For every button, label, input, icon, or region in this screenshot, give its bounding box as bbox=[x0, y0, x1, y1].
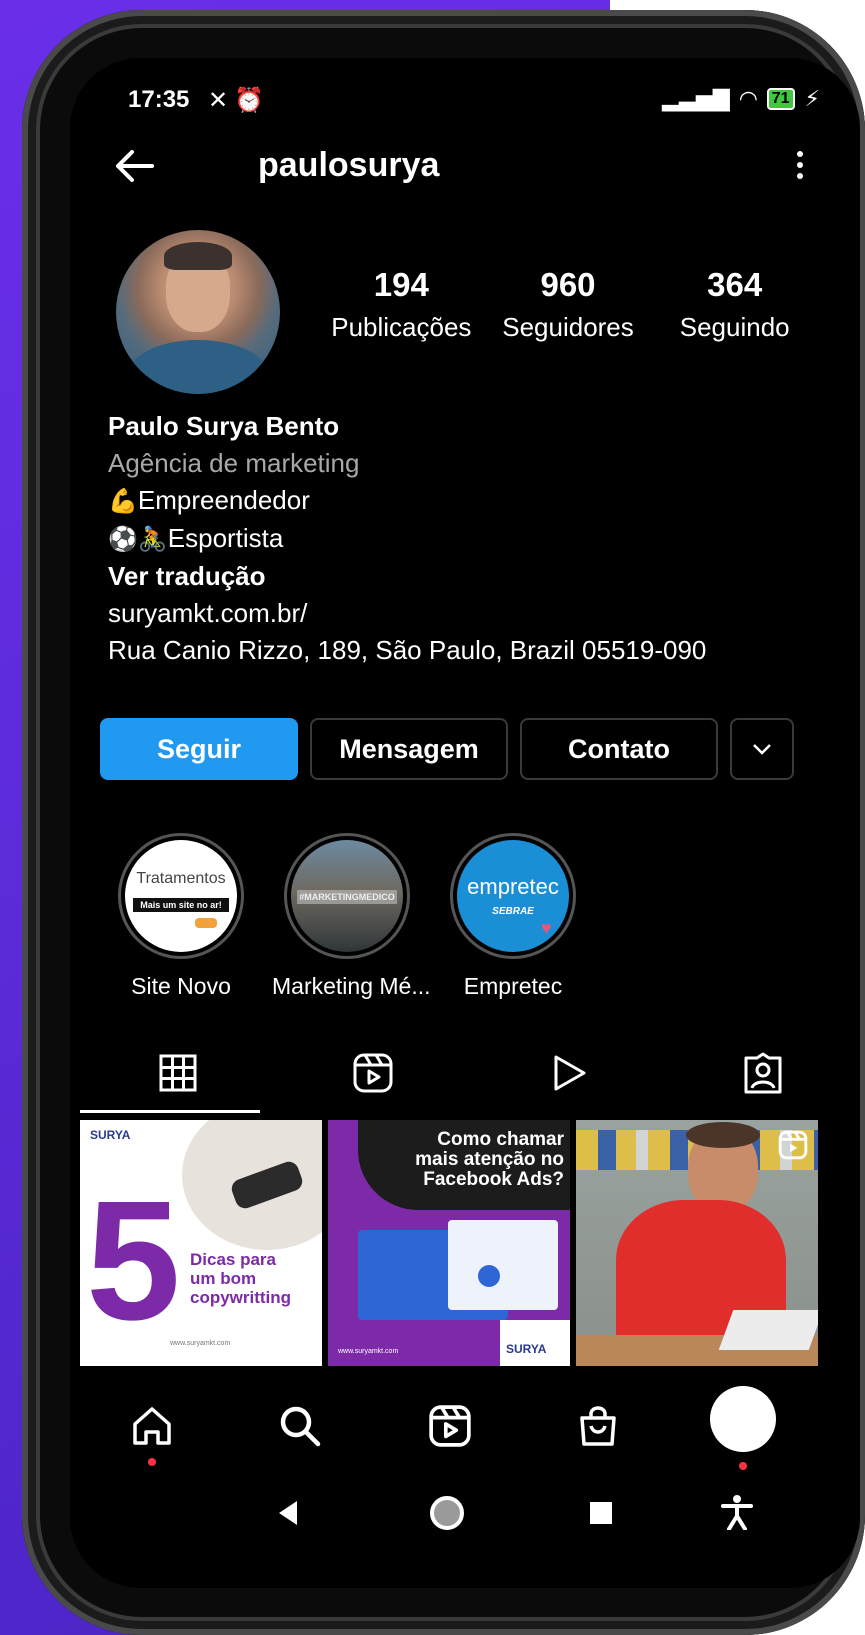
stat-posts[interactable]: 194 Publicações bbox=[318, 266, 485, 343]
shopping-bag-icon bbox=[580, 1406, 616, 1446]
status-time: 17:35 bbox=[128, 86, 190, 113]
wifi-icon: ◠ bbox=[739, 86, 757, 111]
highlight-marketing-medico[interactable]: #MARKETINGMEDICO Marketing Mé... bbox=[272, 833, 431, 1000]
following-label: Seguindo bbox=[679, 312, 790, 342]
status-icons: ▂▃▅▇ ◠ 71 ⚡ bbox=[662, 86, 820, 112]
highlight-cover-sub: SEBRAE bbox=[492, 906, 534, 917]
story-highlights: Tratamentos Mais um site no ar! Site Nov… bbox=[106, 833, 626, 1008]
signal-icon: ▂▃▅▇ bbox=[662, 86, 730, 111]
highlight-label: Site Novo bbox=[131, 973, 231, 999]
nav-shop[interactable] bbox=[568, 1396, 628, 1456]
post-heading-line: Facebook Ads? bbox=[423, 1169, 564, 1190]
avatar[interactable] bbox=[116, 230, 280, 394]
more-options-icon[interactable] bbox=[790, 146, 810, 186]
chevron-down-icon bbox=[753, 744, 771, 755]
highlight-cover-sub: Mais um site no ar! bbox=[133, 898, 229, 912]
phone-frame: 17:35 ✕⏰ ▂▃▅▇ ◠ 71 ⚡ paulosurya 194 Publ… bbox=[22, 10, 865, 1635]
bottom-nav bbox=[70, 1378, 860, 1470]
bio-text-1: Empreendedor bbox=[137, 485, 310, 515]
nav-search[interactable] bbox=[270, 1396, 330, 1456]
highlight-cover-title: empretec bbox=[467, 874, 559, 899]
posts-label: Publicações bbox=[331, 312, 472, 342]
system-home-icon[interactable] bbox=[428, 1494, 466, 1532]
nav-home[interactable] bbox=[122, 1396, 182, 1456]
post-text-line: copywritting bbox=[190, 1288, 292, 1307]
reels-icon bbox=[429, 1405, 471, 1447]
system-recents-icon[interactable] bbox=[588, 1500, 614, 1526]
profile-actions: Seguir Mensagem Contato bbox=[100, 718, 800, 784]
highlight-site-novo[interactable]: Tratamentos Mais um site no ar! Site Nov… bbox=[106, 833, 256, 1000]
post-thumbnail[interactable]: Como chamar mais atenção no Facebook Ads… bbox=[328, 1120, 570, 1366]
home-notification-dot bbox=[148, 1458, 156, 1466]
system-nav-bar bbox=[70, 1478, 860, 1558]
tab-reels[interactable] bbox=[275, 1038, 470, 1108]
brand-logo: SURYA bbox=[506, 1342, 547, 1356]
post-heading-line: Como chamar bbox=[437, 1129, 564, 1150]
post-footer: www.suryamkt.com bbox=[170, 1340, 231, 1347]
highlight-label: Empretec bbox=[463, 973, 563, 999]
heart-icon: ♥ bbox=[541, 918, 552, 938]
address[interactable]: Rua Canio Rizzo, 189, São Paulo, Brazil … bbox=[108, 632, 828, 669]
tab-grid[interactable] bbox=[80, 1038, 275, 1108]
grid-icon bbox=[159, 1054, 196, 1092]
nav-reels[interactable] bbox=[420, 1396, 480, 1456]
profile-header: paulosurya bbox=[110, 138, 820, 198]
highlight-cover-title: #MARKETINGMEDICO bbox=[297, 890, 397, 904]
battery-icon: 71 bbox=[766, 88, 795, 110]
post-big-number: 5 bbox=[86, 1166, 181, 1356]
see-translation-link[interactable]: Ver tradução bbox=[108, 558, 828, 595]
posts-count: 194 bbox=[373, 266, 429, 303]
tab-tagged[interactable] bbox=[665, 1038, 860, 1108]
nav-profile-avatar[interactable] bbox=[710, 1386, 776, 1452]
tagged-person-icon bbox=[744, 1052, 781, 1094]
play-icon bbox=[554, 1055, 585, 1091]
followers-count: 960 bbox=[540, 266, 596, 303]
follow-button[interactable]: Seguir bbox=[100, 718, 298, 780]
active-tab-indicator bbox=[80, 1110, 260, 1113]
bio-text-2: Esportista bbox=[167, 523, 284, 553]
posts-grid: SURYA 5 Dicas para um bom copywritting w… bbox=[80, 1120, 860, 1368]
full-name: Paulo Surya Bento bbox=[108, 411, 340, 441]
post-thumbnail[interactable] bbox=[576, 1120, 818, 1366]
suggested-accounts-button[interactable] bbox=[730, 718, 794, 780]
category: Agência de marketing bbox=[108, 448, 360, 478]
profile-stats: 194 Publicações 960 Seguidores 364 Segui… bbox=[318, 266, 818, 343]
flexed-biceps-icon: 💪 bbox=[108, 488, 138, 515]
mute-alarm-icons: ✕⏰ bbox=[208, 87, 270, 114]
reels-icon bbox=[353, 1053, 392, 1093]
search-icon bbox=[280, 1406, 321, 1447]
stat-followers[interactable]: 960 Seguidores bbox=[485, 266, 652, 343]
username: paulosurya bbox=[258, 146, 440, 184]
message-button[interactable]: Mensagem bbox=[310, 718, 508, 780]
system-back-icon[interactable] bbox=[275, 1498, 301, 1528]
stat-following[interactable]: 364 Seguindo bbox=[651, 266, 818, 343]
soccer-cyclist-icon: ⚽🚴 bbox=[108, 526, 168, 553]
followers-label: Seguidores bbox=[502, 312, 634, 342]
highlight-cover-title: Tratamentos bbox=[136, 870, 226, 887]
post-heading-line: mais atenção no bbox=[415, 1149, 564, 1170]
back-arrow-icon[interactable] bbox=[110, 142, 158, 190]
bio-line-2: ⚽🚴Esportista bbox=[108, 520, 828, 558]
website-link[interactable]: suryamkt.com.br/ bbox=[108, 595, 828, 632]
tab-videos[interactable] bbox=[470, 1038, 665, 1108]
post-footer: www.suryamkt.com bbox=[338, 1348, 399, 1355]
highlight-empretec[interactable]: empretec SEBRAE ♥ Empretec bbox=[438, 833, 588, 1000]
following-count: 364 bbox=[707, 266, 763, 303]
reels-icon bbox=[778, 1130, 808, 1160]
charging-icon: ⚡ bbox=[804, 86, 820, 111]
status-bar: 17:35 ✕⏰ ▂▃▅▇ ◠ 71 ⚡ bbox=[128, 80, 820, 120]
contact-button[interactable]: Contato bbox=[520, 718, 718, 780]
profile-notification-dot bbox=[739, 1462, 747, 1470]
bio-line-1: 💪Empreendedor bbox=[108, 482, 828, 520]
post-text-line: um bom bbox=[190, 1269, 257, 1288]
post-thumbnail[interactable]: SURYA 5 Dicas para um bom copywritting w… bbox=[80, 1120, 322, 1366]
home-icon bbox=[133, 1407, 171, 1445]
post-text-line: Dicas para bbox=[190, 1250, 276, 1269]
brand-logo: SURYA bbox=[90, 1128, 131, 1142]
profile-bio: Paulo Surya Bento Agência de marketing 💪… bbox=[108, 408, 828, 669]
highlight-label: Marketing Mé... bbox=[272, 973, 431, 999]
accessibility-icon[interactable] bbox=[720, 1494, 754, 1530]
screen: 17:35 ✕⏰ ▂▃▅▇ ◠ 71 ⚡ paulosurya 194 Publ… bbox=[70, 58, 860, 1588]
profile-tabs bbox=[80, 1038, 860, 1108]
